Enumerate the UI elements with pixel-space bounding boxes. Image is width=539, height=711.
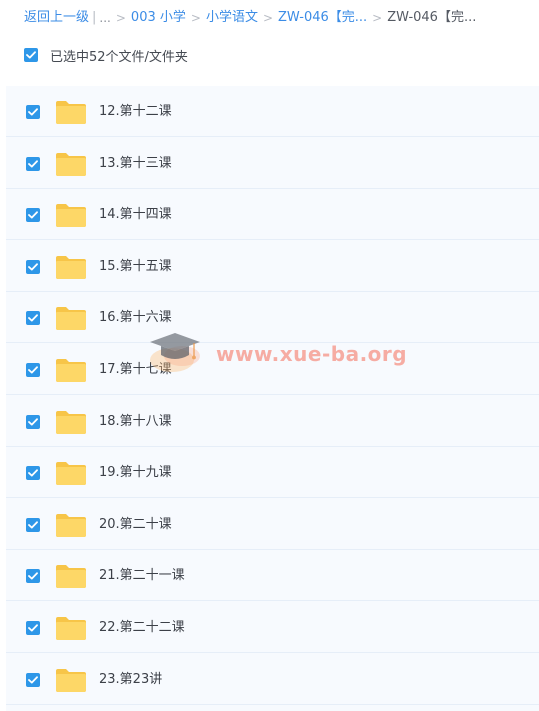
file-name[interactable]: 14.第十四课	[99, 205, 172, 225]
file-checkbox[interactable]	[26, 311, 40, 326]
file-row[interactable]: 17.第十七课	[6, 344, 539, 395]
breadcrumb-separator: >	[190, 11, 201, 25]
file-row[interactable]: 14.第十四课	[6, 189, 539, 241]
breadcrumb-item-chinese[interactable]: 小学语文	[206, 8, 258, 28]
file-checkbox[interactable]	[26, 569, 40, 584]
back-link[interactable]: 返回上一级	[24, 8, 89, 28]
folder-icon	[56, 359, 86, 382]
file-checkbox[interactable]	[26, 414, 40, 429]
file-list: 12.第十二课 13.第十三课 14.第十四课 15.第十五课 16.第十六课 17.第十…	[6, 86, 539, 711]
folder-icon	[56, 462, 86, 486]
breadcrumb-ellipsis[interactable]: ...	[99, 8, 110, 28]
file-name[interactable]: 19.第十九课	[99, 463, 172, 483]
file-row[interactable]: 13.第十三课	[6, 138, 539, 189]
breadcrumb-item-primary-school[interactable]: 003 小学	[131, 8, 186, 28]
file-checkbox[interactable]	[26, 672, 40, 687]
file-name[interactable]: 18.第十八课	[99, 412, 172, 432]
select-all-row: 已选中52个文件/文件夹	[24, 46, 188, 65]
checkmark-icon	[28, 417, 38, 426]
file-row[interactable]: 15.第十五课	[6, 241, 539, 292]
file-name[interactable]: 20.第二十课	[99, 515, 172, 535]
folder-icon	[56, 668, 86, 692]
file-name[interactable]: 23.第23讲	[99, 670, 162, 690]
file-checkbox[interactable]	[26, 156, 40, 171]
checkmark-icon	[28, 675, 38, 684]
file-row[interactable]: 22.第二十二课	[6, 602, 539, 653]
checkmark-icon	[28, 108, 38, 116]
checkmark-icon	[28, 469, 38, 477]
file-checkbox[interactable]	[26, 466, 40, 481]
folder-icon	[56, 307, 86, 331]
file-row[interactable]: 20.第二十课	[6, 499, 539, 550]
file-checkbox[interactable]	[26, 105, 40, 119]
selection-summary: 已选中52个文件/文件夹	[50, 49, 188, 65]
folder-icon	[56, 617, 86, 640]
checkmark-icon	[28, 572, 38, 580]
breadcrumb-separator: >	[372, 11, 383, 25]
file-row[interactable]: 19.第十九课	[6, 447, 539, 499]
top-bar: 返回上一级 | ... > 003 小学 > 小学语文 > ZW-046【完..…	[0, 0, 539, 86]
checkmark-icon	[28, 211, 38, 219]
checkmark-icon	[28, 314, 38, 322]
file-checkbox[interactable]	[26, 208, 40, 223]
file-row[interactable]: 12.第十二课	[6, 86, 539, 137]
file-checkbox[interactable]	[26, 621, 40, 635]
file-name[interactable]: 22.第二十二课	[99, 618, 185, 638]
file-name[interactable]: 17.第十七课	[99, 360, 172, 380]
file-checkbox[interactable]	[26, 517, 40, 532]
file-name[interactable]: 15.第十五课	[99, 257, 172, 277]
select-all-checkbox[interactable]	[24, 48, 38, 62]
file-name[interactable]: 21.第二十一课	[99, 566, 185, 586]
breadcrumb-item-zw046[interactable]: ZW-046【完...	[278, 8, 367, 28]
folder-icon	[56, 513, 86, 537]
file-name[interactable]: 12.第十二课	[99, 102, 172, 122]
file-row[interactable]: 18.第十八课	[6, 396, 539, 447]
breadcrumb-pipe: |	[92, 10, 97, 25]
folder-icon	[56, 101, 86, 124]
folder-icon	[56, 152, 86, 176]
folder-icon	[56, 204, 86, 228]
checkmark-icon	[28, 521, 38, 529]
file-checkbox[interactable]	[26, 259, 40, 274]
file-name[interactable]: 16.第十六课	[99, 308, 172, 328]
breadcrumb: 返回上一级 | ... > 003 小学 > 小学语文 > ZW-046【完..…	[24, 8, 476, 28]
file-row[interactable]: 23.第23讲	[6, 654, 539, 705]
checkmark-icon	[26, 51, 36, 59]
file-row[interactable]: 21.第二十一课	[6, 550, 539, 602]
breadcrumb-separator: >	[115, 11, 126, 25]
folder-icon	[56, 565, 86, 589]
file-checkbox[interactable]	[26, 363, 40, 377]
folder-icon	[56, 410, 86, 434]
checkmark-icon	[28, 624, 38, 632]
checkmark-icon	[28, 159, 38, 168]
file-row[interactable]: 16.第十六课	[6, 292, 539, 344]
breadcrumb-separator: >	[262, 11, 274, 25]
checkmark-icon	[28, 366, 38, 374]
folder-icon	[56, 255, 86, 279]
file-name[interactable]: 13.第十三课	[99, 154, 172, 174]
checkmark-icon	[28, 263, 38, 271]
breadcrumb-current: ZW-046【完...	[387, 10, 477, 25]
